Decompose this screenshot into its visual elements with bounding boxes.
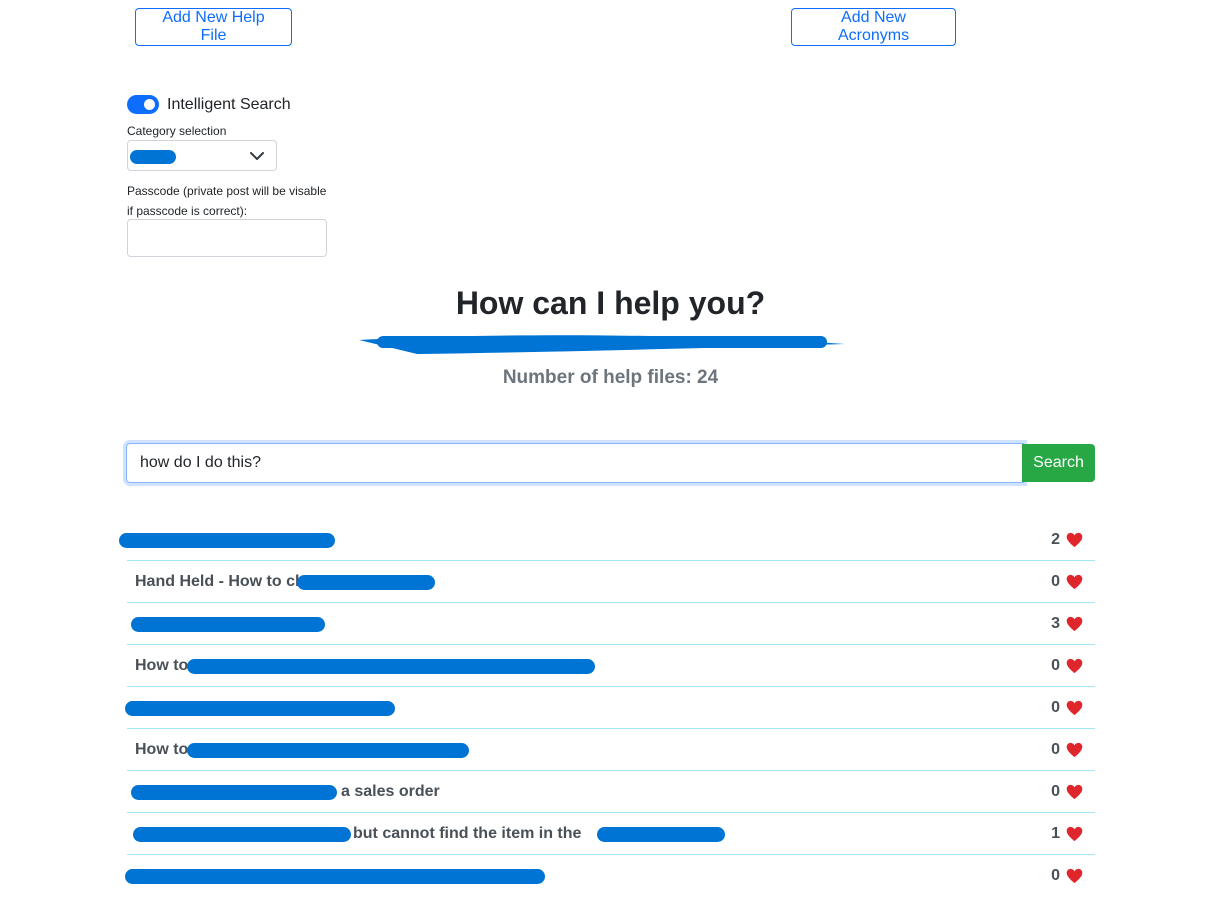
list-item[interactable]: How to 0 — [127, 645, 1095, 687]
heart-icon[interactable] — [1066, 616, 1083, 632]
heart-icon[interactable] — [1066, 784, 1083, 800]
redacted-title — [187, 659, 595, 674]
heart-icon[interactable] — [1066, 742, 1083, 758]
list-item[interactable]: 2 — [119, 519, 1095, 561]
heart-icon[interactable] — [1066, 574, 1083, 590]
likes-count: 0 — [1051, 699, 1083, 717]
list-item[interactable]: How to 0 — [127, 729, 1095, 771]
likes-count: 0 — [1051, 573, 1083, 591]
redacted-title — [125, 869, 545, 884]
list-item[interactable]: but cannot find the item in the 1 — [127, 813, 1095, 855]
search-input[interactable] — [126, 443, 1024, 483]
likes-count: 0 — [1051, 783, 1083, 801]
chevron-down-icon — [250, 152, 264, 160]
list-item[interactable]: Hand Held - How to chang 0 — [127, 561, 1095, 603]
results-list: 2 Hand Held - How to chang 0 3 How to 0 … — [119, 519, 1095, 897]
redacted-title — [297, 575, 435, 590]
likes-value: 0 — [1051, 699, 1060, 716]
heart-icon[interactable] — [1066, 700, 1083, 716]
intelligent-search-toggle-row: Intelligent Search — [127, 95, 291, 114]
passcode-label: Passcode (private post will be visable i… — [127, 184, 327, 218]
category-select[interactable] — [127, 140, 277, 171]
heart-icon[interactable] — [1066, 826, 1083, 842]
list-item[interactable]: 0 — [125, 855, 1095, 897]
category-label: Category selection — [127, 124, 227, 138]
likes-count: 0 — [1051, 741, 1083, 759]
category-select-redacted-value — [130, 150, 176, 164]
redacted-title — [125, 701, 395, 716]
likes-value: 0 — [1051, 657, 1060, 674]
redacted-subtitle — [359, 335, 845, 354]
likes-value: 3 — [1051, 615, 1060, 632]
likes-value: 0 — [1051, 741, 1060, 758]
add-acronyms-button[interactable]: Add New Acronyms — [791, 8, 956, 46]
redacted-title-end — [597, 827, 725, 842]
list-item[interactable]: 0 — [125, 687, 1095, 729]
likes-value: 0 — [1051, 783, 1060, 800]
intelligent-search-label: Intelligent Search — [167, 95, 291, 113]
intelligent-search-switch[interactable] — [127, 95, 159, 114]
help-file-count: Number of help files: 24 — [502, 367, 719, 388]
heart-icon[interactable] — [1066, 868, 1083, 884]
redacted-title — [133, 827, 351, 842]
likes-count: 0 — [1051, 657, 1083, 675]
likes-count: 0 — [1051, 867, 1083, 885]
list-item-title: How to — [135, 741, 189, 758]
redacted-title — [119, 533, 335, 548]
list-item-title: but cannot find the item in the — [353, 825, 582, 842]
heart-icon[interactable] — [1066, 532, 1083, 548]
list-item-title: a sales order — [341, 783, 440, 800]
page-title: How can I help you? — [455, 285, 766, 321]
likes-value: 2 — [1051, 531, 1060, 548]
likes-count: 1 — [1051, 825, 1083, 843]
add-help-file-button[interactable]: Add New Help File — [135, 8, 292, 46]
list-item[interactable]: 3 — [127, 603, 1095, 645]
search-button[interactable]: Search — [1022, 444, 1095, 482]
likes-value: 1 — [1051, 825, 1060, 842]
list-item[interactable]: a sales order 0 — [127, 771, 1095, 813]
passcode-input[interactable] — [127, 219, 327, 257]
likes-count: 2 — [1051, 531, 1083, 549]
likes-value: 0 — [1051, 573, 1060, 590]
redacted-title — [131, 617, 325, 632]
likes-value: 0 — [1051, 867, 1060, 884]
list-item-title: How to — [135, 657, 189, 674]
heart-icon[interactable] — [1066, 658, 1083, 674]
redacted-title — [131, 785, 337, 800]
likes-count: 3 — [1051, 615, 1083, 633]
redacted-title — [187, 743, 469, 758]
